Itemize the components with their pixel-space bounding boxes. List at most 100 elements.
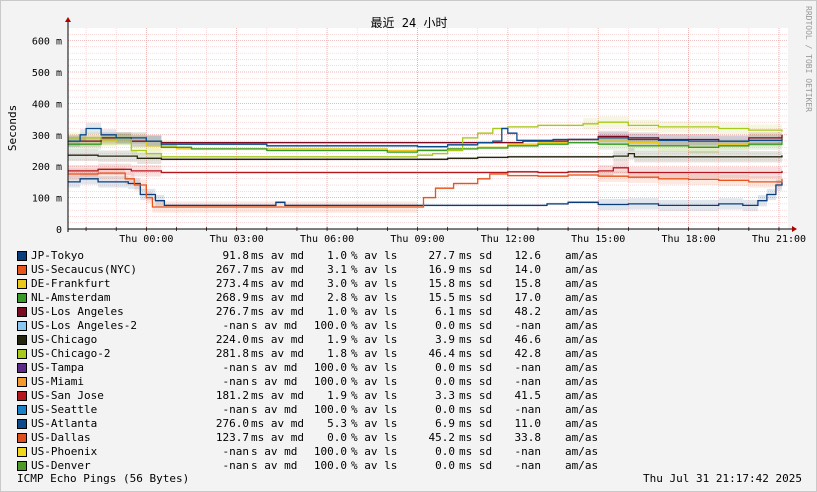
legend-am-unit: am/as: [565, 319, 599, 332]
legend-row: US-Chicago-2 281.8 ms av md 1.8 % av ls 46.4 m…: [17, 347, 807, 361]
legend-latency-sd: 15.8: [428, 277, 456, 290]
legend-latency-sd: 6.1: [435, 305, 455, 318]
legend-am-as: 14.0: [514, 263, 542, 276]
legend-avg-loss: 1.9: [327, 333, 347, 346]
timestamp-label: Thu Jul 31 21:17:42 2025: [643, 472, 802, 485]
x-tick-label: Thu 21:00: [752, 234, 806, 245]
legend-swatch: [17, 321, 27, 331]
legend-avg-latency: -nan: [222, 375, 250, 388]
legend-loss-unit: % av ls: [351, 445, 398, 458]
y-tick-label: 300 m: [32, 131, 62, 142]
legend-swatch: [17, 335, 27, 345]
legend-series-name: US-Tampa: [31, 361, 84, 374]
legend-series-name: US-Miami: [31, 375, 84, 388]
legend-am-unit: am/as: [565, 375, 599, 388]
legend-series-name: US-Phoenix: [31, 445, 98, 458]
legend-avg-loss: 100.0: [313, 361, 347, 374]
legend-am-unit: am/as: [565, 445, 599, 458]
legend-swatch: [17, 433, 27, 443]
y-tick-label: 200 m: [32, 162, 62, 173]
legend-series-name: US-Chicago-2: [31, 347, 111, 360]
smokeping-graph: 最近 24 小时 Seconds RRDTOOL / TOBI OETIKER …: [0, 0, 817, 492]
legend-loss-unit: % av ls: [351, 431, 398, 444]
legend-am-as: 12.6: [514, 249, 542, 262]
legend-avg-latency: 267.7: [215, 263, 249, 276]
legend-loss-unit: % av ls: [351, 417, 398, 430]
legend-avg-latency: 276.0: [215, 417, 249, 430]
legend-am-as: -nan: [514, 375, 542, 388]
y-axis-label: Seconds: [6, 105, 19, 151]
legend-avg-unit: ms av md: [251, 291, 304, 304]
legend-latency-sd: 3.3: [435, 389, 455, 402]
legend-avg-loss: 2.8: [327, 291, 347, 304]
legend-loss-unit: % av ls: [351, 277, 398, 290]
legend-row: US-Miami -nan s av md 100.0% av ls 0.0 ms sd -…: [17, 375, 807, 389]
legend-am-as: 41.5: [514, 389, 542, 402]
legend-am-as: 46.6: [514, 333, 542, 346]
legend-sd-unit: ms sd: [459, 249, 493, 262]
legend-am-unit: am/as: [565, 263, 599, 276]
legend-am-unit: am/as: [565, 305, 599, 318]
legend-avg-unit: ms av md: [251, 417, 304, 430]
legend-loss-unit: % av ls: [351, 403, 398, 416]
legend-avg-unit: s av md: [251, 361, 298, 374]
x-tick-label: Thu 06:00: [300, 234, 354, 245]
legend: JP-Tokyo 91.8 ms av md 1.0% av ls 27.7 ms sd 1…: [17, 249, 807, 473]
legend-avg-latency: 281.8: [215, 347, 249, 360]
y-tick-label: 0: [56, 225, 62, 236]
legend-avg-unit: s av md: [251, 445, 298, 458]
legend-am-as: 42.8: [514, 347, 542, 360]
legend-avg-latency: 91.8: [222, 249, 250, 262]
legend-avg-loss: 100.0: [313, 319, 347, 332]
legend-avg-latency: -nan: [222, 403, 250, 416]
legend-swatch: [17, 363, 27, 373]
legend-am-unit: am/as: [565, 333, 599, 346]
legend-avg-unit: ms av md: [251, 249, 304, 262]
legend-sd-unit: ms sd: [459, 375, 493, 388]
legend-am-unit: am/as: [565, 347, 599, 360]
legend-avg-loss: 0.0: [327, 431, 347, 444]
legend-series-name: NL-Amsterdam: [31, 291, 111, 304]
legend-avg-latency: 273.4: [215, 277, 249, 290]
legend-latency-sd: 0.0: [435, 403, 455, 416]
legend-am-unit: am/as: [565, 249, 599, 262]
legend-series-name: US-San Jose: [31, 389, 104, 402]
legend-swatch: [17, 251, 27, 261]
legend-loss-unit: % av ls: [351, 333, 398, 346]
y-tick-label: 100 m: [32, 194, 62, 205]
legend-swatch: [17, 377, 27, 387]
legend-avg-loss: 3.1: [327, 263, 347, 276]
y-tick-label: 600 m: [32, 37, 62, 48]
legend-row: US-Chicago 224.0 ms av md 1.9 % av ls 3.9 ms s…: [17, 333, 807, 347]
legend-avg-loss: 1.9: [327, 389, 347, 402]
chart-title: 最近 24 小时: [371, 16, 448, 30]
legend-avg-unit: s av md: [251, 319, 298, 332]
legend-avg-unit: s av md: [251, 403, 298, 416]
legend-avg-unit: ms av md: [251, 305, 304, 318]
probe-label: ICMP Echo Pings (56 Bytes): [17, 472, 190, 485]
legend-row: US-Tampa -nan s av md 100.0% av ls 0.0 ms sd -…: [17, 361, 807, 375]
legend-latency-sd: 0.0: [435, 375, 455, 388]
legend-am-as: 48.2: [514, 305, 542, 318]
legend-row: US-Dallas 123.7 ms av md 0.0 % av ls 45.2 ms s…: [17, 431, 807, 445]
legend-swatch: [17, 419, 27, 429]
legend-row: US-Phoenix -nan s av md 100.0% av ls 0.0 ms s…: [17, 445, 807, 459]
x-tick-label: Thu 15:00: [571, 234, 625, 245]
legend-am-unit: am/as: [565, 361, 599, 374]
legend-loss-unit: % av ls: [351, 291, 398, 304]
y-tick-label: 500 m: [32, 68, 62, 79]
legend-loss-unit: % av ls: [351, 319, 398, 332]
legend-avg-latency: 123.7: [215, 431, 249, 444]
legend-avg-latency: 181.2: [215, 389, 249, 402]
legend-swatch: [17, 279, 27, 289]
legend-latency-sd: 0.0: [435, 319, 455, 332]
legend-latency-sd: 0.0: [435, 361, 455, 374]
legend-loss-unit: % av ls: [351, 375, 398, 388]
legend-avg-loss: 1.0: [327, 249, 347, 262]
y-axis-arrow: [65, 17, 71, 22]
legend-loss-unit: % av ls: [351, 361, 398, 374]
legend-loss-unit: % av ls: [351, 305, 398, 318]
legend-sd-unit: ms sd: [459, 263, 493, 276]
legend-sd-unit: ms sd: [459, 277, 493, 290]
legend-sd-unit: ms sd: [459, 389, 493, 402]
